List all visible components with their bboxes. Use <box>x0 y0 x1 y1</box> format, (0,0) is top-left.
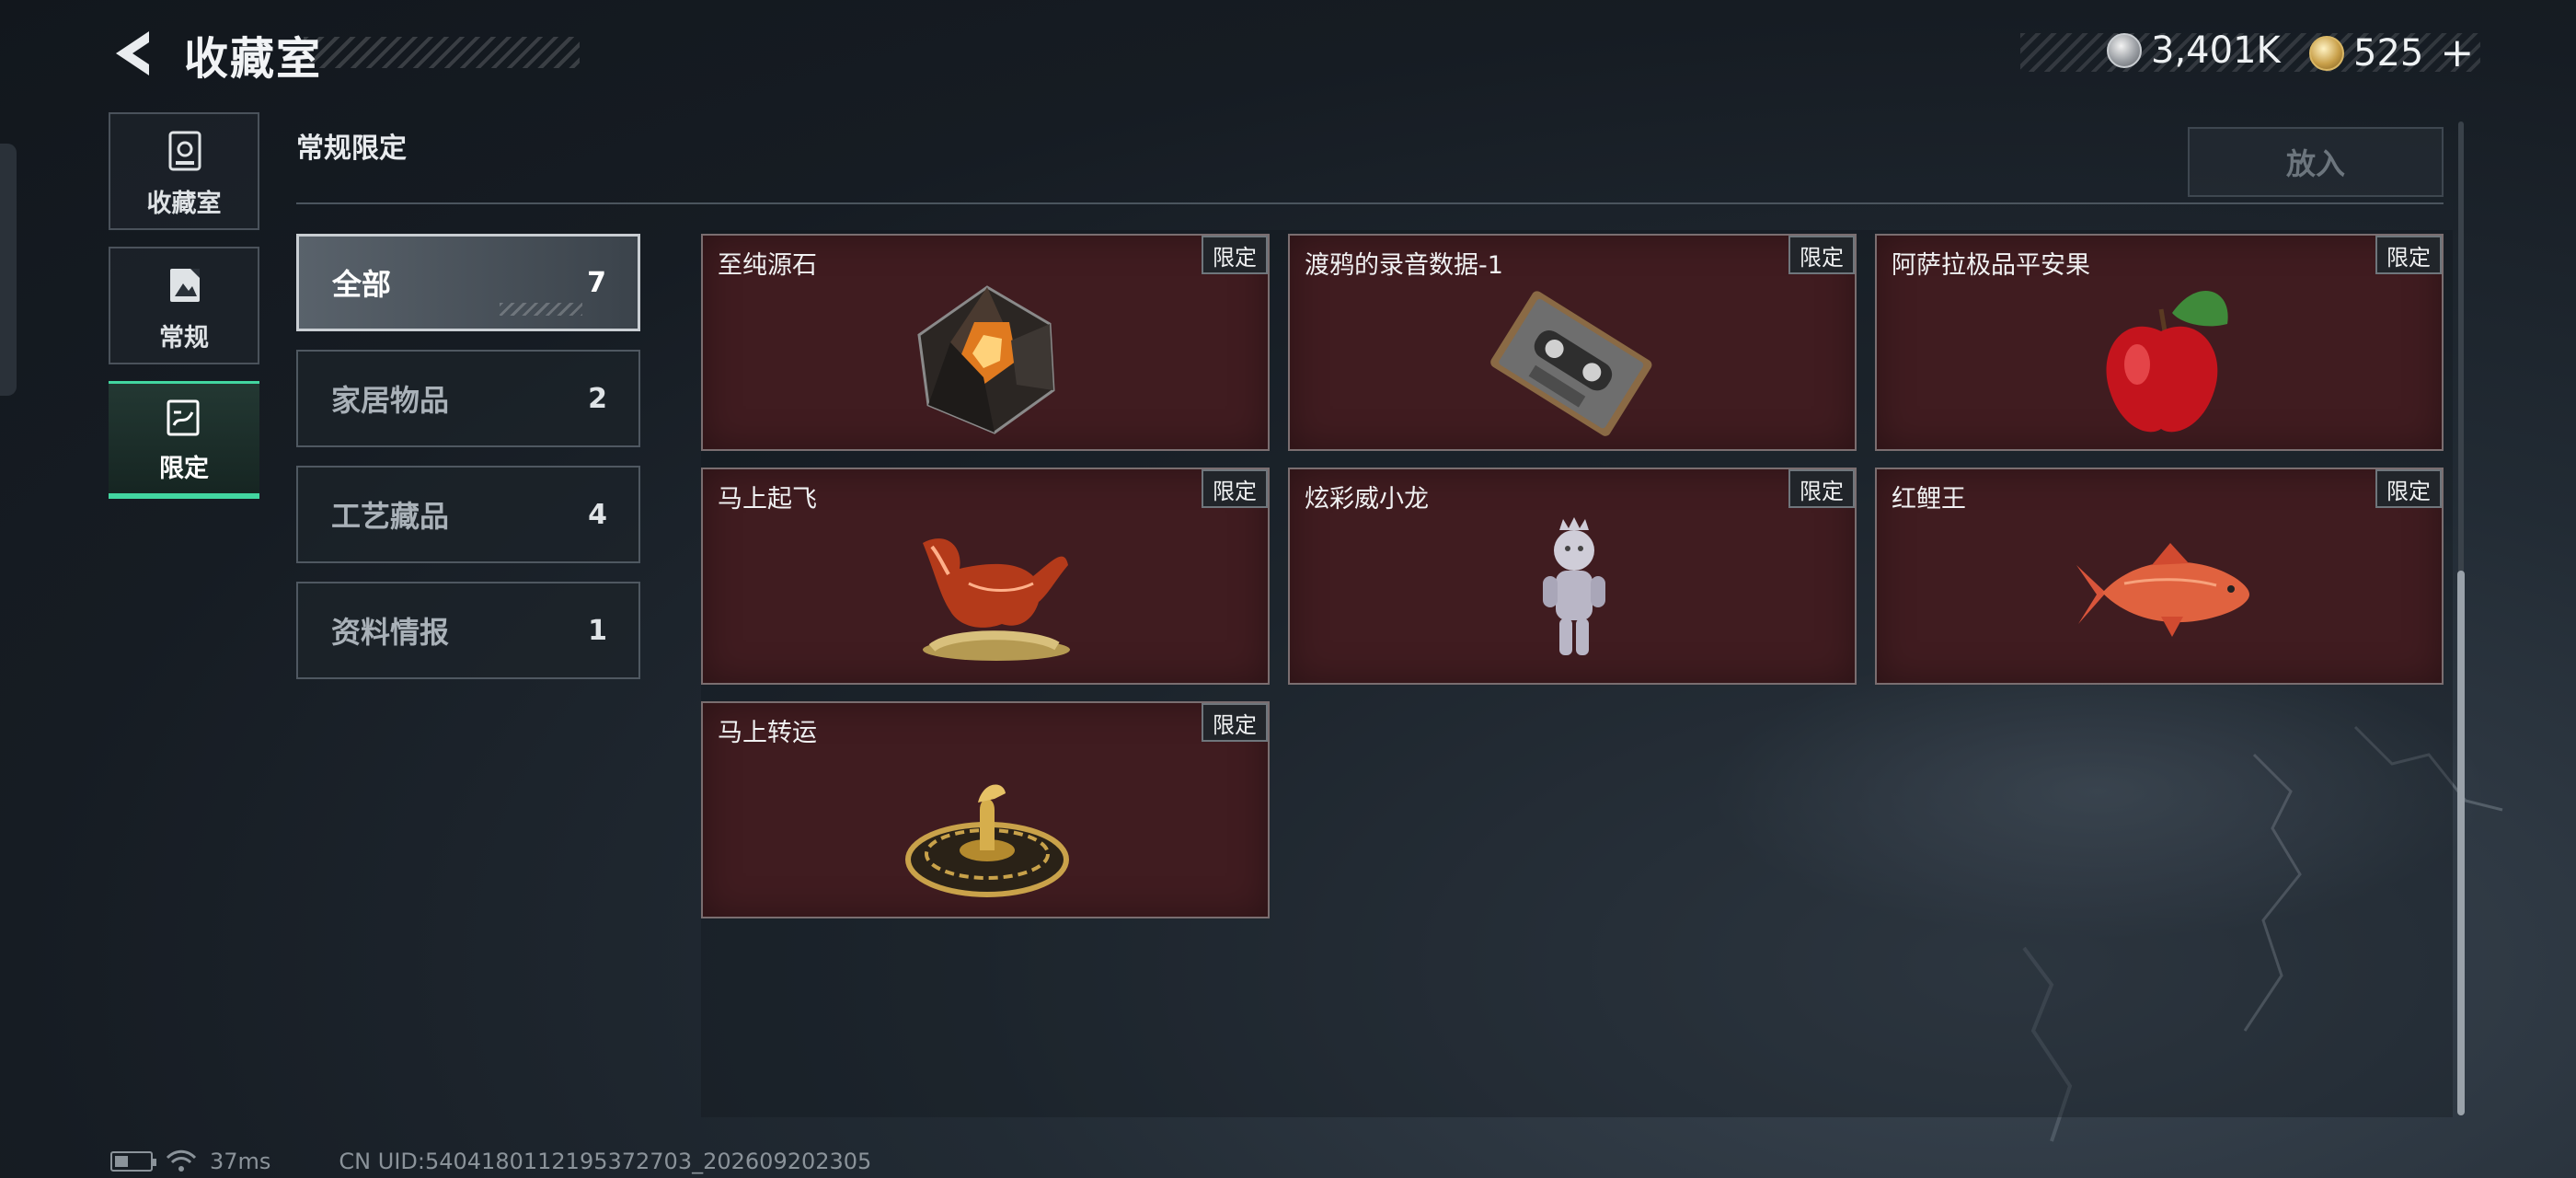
category-count: 1 <box>588 614 607 647</box>
user-uid: CN UID:5404180112195372703_202609202305 <box>339 1149 872 1174</box>
nav-item-limited[interactable]: 限定 <box>109 381 259 499</box>
vault-icon <box>168 131 201 171</box>
category-craft[interactable]: 工艺藏品 4 <box>296 466 640 563</box>
nav-item-vault[interactable]: 收藏室 <box>109 112 259 230</box>
title-decoration <box>304 37 580 68</box>
picture-icon <box>170 269 200 302</box>
limited-tag: 限定 <box>1202 469 1268 508</box>
gem-icon <box>917 285 1055 434</box>
category-count: 4 <box>588 498 607 531</box>
wifi-icon <box>166 1149 197 1172</box>
dragon-figure-icon <box>1543 517 1605 655</box>
limited-tag: 限定 <box>1202 236 1268 274</box>
page-title: 收藏室 <box>184 33 323 85</box>
silver-currency-value: 3,401K <box>2151 29 2281 72</box>
nav-label-limited: 限定 <box>159 455 209 483</box>
place-button[interactable]: 放入 <box>2188 127 2444 197</box>
section-title: 常规限定 <box>296 133 407 165</box>
item-card[interactable]: 马上转运 限定 <box>701 701 1270 918</box>
limited-tag: 限定 <box>1202 703 1268 742</box>
limited-icon <box>167 399 200 436</box>
limited-tag: 限定 <box>1788 236 1855 274</box>
horse-icon <box>923 538 1070 661</box>
status-footer: 37ms CN UID:5404180112195372703_20260920… <box>110 1149 871 1174</box>
ping-value: 37ms <box>210 1149 271 1174</box>
category-count: 2 <box>588 382 607 415</box>
item-name: 炫彩威小龙 <box>1305 485 1429 514</box>
add-currency-button[interactable]: + <box>2440 29 2474 76</box>
item-name: 红鲤王 <box>1892 485 1966 514</box>
apple-icon <box>2106 290 2228 433</box>
category-label: 资料情报 <box>331 615 450 650</box>
nav-label-vault: 收藏室 <box>146 190 222 218</box>
nav-label-regular: 常规 <box>159 324 209 352</box>
category-label: 工艺藏品 <box>331 499 450 534</box>
item-card[interactable]: 渡鸦的录音数据-1 限定 <box>1288 234 1857 451</box>
back-arrow-icon[interactable] <box>109 26 160 81</box>
limited-tag: 限定 <box>1788 469 1855 508</box>
side-handle[interactable] <box>0 144 17 396</box>
carp-icon <box>2076 543 2249 637</box>
cassette-icon <box>1490 291 1652 436</box>
category-all[interactable]: 全部 7 <box>296 234 640 331</box>
category-count: 7 <box>587 266 606 299</box>
item-name: 阿萨拉极品平安果 <box>1892 251 2090 280</box>
category-home[interactable]: 家居物品 2 <box>296 350 640 447</box>
gold-coin-icon <box>2309 35 2344 71</box>
item-card[interactable]: 炫彩威小龙 限定 <box>1288 468 1857 685</box>
item-card[interactable]: 红鲤王 限定 <box>1875 468 2444 685</box>
gold-currency-value: 525 <box>2353 31 2424 75</box>
item-name: 马上转运 <box>718 719 817 747</box>
item-card[interactable]: 至纯源石 限定 <box>701 234 1270 451</box>
spinner-icon <box>905 784 1069 897</box>
silver-coin-icon <box>2107 33 2142 68</box>
category-label: 家居物品 <box>331 383 450 418</box>
top-bar: 收藏室 3,401K 525 + <box>0 0 2576 110</box>
category-list: 全部 7 家居物品 2 工艺藏品 4 资料情报 1 <box>296 234 640 698</box>
left-nav: 收藏室 常规 限定 <box>109 112 261 515</box>
limited-tag: 限定 <box>2375 469 2442 508</box>
gold-currency: 525 + <box>2309 29 2474 76</box>
item-card[interactable]: 马上起飞 限定 <box>701 468 1270 685</box>
item-name: 马上起飞 <box>718 485 817 514</box>
section-divider <box>296 202 2444 204</box>
category-label: 全部 <box>332 267 392 302</box>
item-card[interactable]: 阿萨拉极品平安果 限定 <box>1875 234 2444 451</box>
battery-icon <box>110 1151 156 1172</box>
scrollbar-thumb[interactable] <box>2457 571 2465 1115</box>
item-name: 至纯源石 <box>718 251 817 280</box>
nav-item-regular[interactable]: 常规 <box>109 247 259 364</box>
limited-tag: 限定 <box>2375 236 2442 274</box>
item-name: 渡鸦的录音数据-1 <box>1305 251 1503 280</box>
category-intel[interactable]: 资料情报 1 <box>296 582 640 679</box>
silver-currency: 3,401K <box>2107 29 2281 72</box>
